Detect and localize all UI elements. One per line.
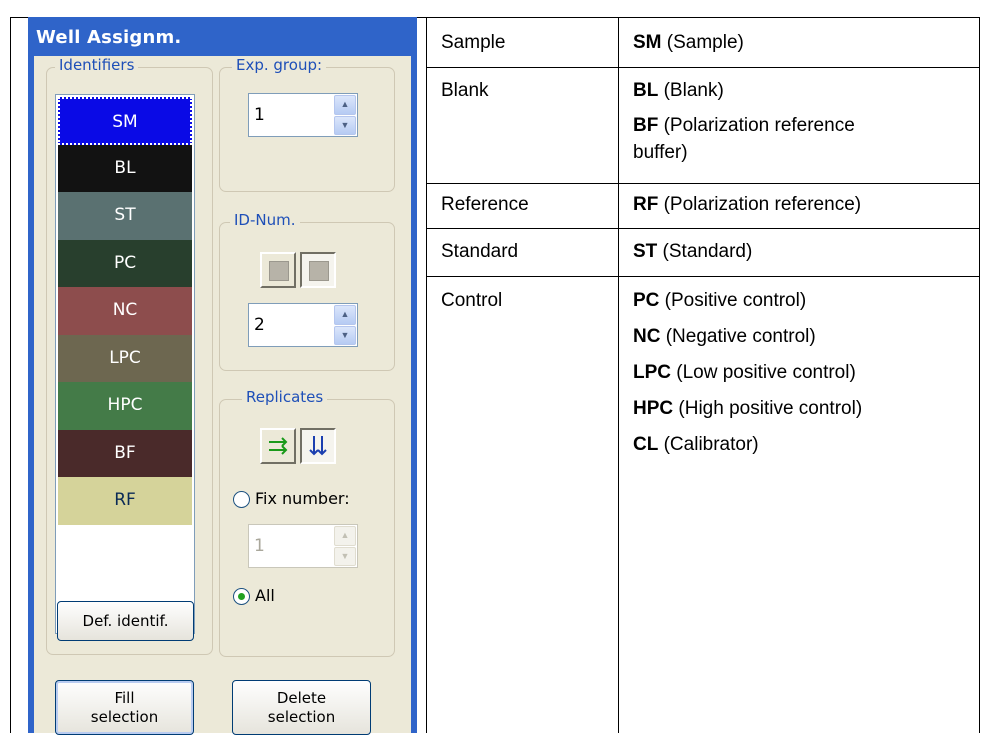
id-num-group: ID-Num.: [219, 211, 395, 371]
panel-title: Well Assignm.: [36, 27, 182, 48]
id-num-value: 2: [254, 315, 265, 335]
fill-selection-line1: Fill: [114, 689, 135, 707]
type-cell-sample: Sample: [441, 32, 506, 53]
square-icon: [309, 261, 329, 281]
spin-down-icon[interactable]: ▼: [334, 325, 356, 345]
identifier-desc-continued: buffer): [633, 142, 688, 163]
identifier-code: NC: [633, 326, 661, 347]
identifier-item-bl[interactable]: BL: [58, 144, 192, 192]
identifier-item-lpc[interactable]: LPC: [58, 334, 192, 382]
delete-selection-line1: Delete: [276, 689, 327, 707]
identifier-code: PC: [633, 290, 660, 311]
identifier-desc: BL (Blank): [633, 79, 724, 102]
identifier-text: (Low positive control): [671, 362, 856, 383]
type-cell-control: Control: [441, 290, 503, 311]
horizontal-arrows-icon: [269, 437, 288, 455]
type-cell-standard: Standard: [441, 241, 519, 262]
table-right-border: [979, 17, 980, 733]
fix-number-radio[interactable]: [233, 491, 250, 508]
identifier-item-nc[interactable]: NC: [58, 287, 192, 335]
table-row-divider: [426, 276, 980, 277]
table-divider: [426, 17, 427, 733]
identifier-code: HPC: [633, 398, 674, 419]
table-left-border: [10, 17, 11, 733]
id-num-mode-right-toggle[interactable]: [300, 252, 336, 288]
fix-number-label: Fix number:: [255, 489, 350, 508]
identifier-desc: CL (Calibrator): [633, 433, 759, 456]
identifier-text: (High positive control): [673, 398, 863, 419]
exp-group-spinner[interactable]: 1 ▲ ▼: [248, 93, 358, 137]
radio-selected-dot: [238, 593, 245, 600]
fill-selection-button[interactable]: Fill selection: [55, 680, 194, 735]
replicates-horizontal-toggle[interactable]: [260, 428, 296, 464]
identifier-text: (Sample): [661, 32, 744, 53]
identifier-code: BL: [633, 80, 659, 101]
identifier-desc: BF (Polarization reference: [633, 114, 855, 137]
delete-selection-button[interactable]: Delete selection: [232, 680, 371, 735]
identifier-item-st[interactable]: ST: [58, 192, 192, 240]
table-row-divider: [426, 67, 980, 68]
id-num-label: ID-Num.: [230, 211, 300, 229]
identifier-text: (Calibrator): [658, 434, 759, 455]
identifier-item-sm[interactable]: SM: [58, 97, 192, 145]
identifier-item-bf[interactable]: BF: [58, 429, 192, 477]
identifier-item-pc[interactable]: PC: [58, 239, 192, 287]
identifier-desc: PC (Positive control): [633, 289, 806, 312]
all-label: All: [255, 586, 275, 605]
panel-body: Identifiers SM BL ST PC NC LPC HPC BF RF Def. id…: [34, 56, 411, 735]
vertical-arrows-icon: [309, 436, 327, 456]
identifier-desc: NC (Negative control): [633, 325, 816, 348]
spin-up-icon: ▲: [334, 526, 356, 546]
identifier-text: (Standard): [657, 241, 753, 262]
identifiers-label: Identifiers: [55, 56, 139, 74]
square-icon: [269, 261, 289, 281]
spin-up-icon[interactable]: ▲: [334, 305, 356, 325]
fill-selection-line2: selection: [90, 708, 159, 726]
well-assignment-panel: Well Assignm. Identifiers SM BL ST PC NC LPC H…: [28, 17, 417, 735]
delete-selection-line2: selection: [267, 708, 336, 726]
spin-down-icon[interactable]: ▼: [334, 115, 356, 135]
identifier-text: (Negative control): [660, 326, 816, 347]
identifier-item-rf[interactable]: RF: [58, 477, 192, 525]
fix-number-spinner: 1 ▲ ▼: [248, 524, 358, 568]
spin-down-icon: ▼: [334, 546, 356, 566]
identifier-code: RF: [633, 194, 659, 215]
identifier-item-hpc[interactable]: HPC: [58, 382, 192, 430]
id-num-spinner[interactable]: 2 ▲ ▼: [248, 303, 358, 347]
all-radio[interactable]: [233, 588, 250, 605]
replicates-label: Replicates: [242, 388, 328, 406]
id-num-mode-left-toggle[interactable]: [260, 252, 296, 288]
def-identif-button[interactable]: Def. identif.: [57, 601, 194, 641]
identifier-code: ST: [633, 241, 658, 262]
replicates-vertical-toggle[interactable]: [300, 428, 336, 464]
identifier-code: BF: [633, 115, 659, 136]
identifier-code: LPC: [633, 362, 671, 383]
table-row-divider: [426, 183, 980, 184]
identifier-code: CL: [633, 434, 659, 455]
spin-up-icon[interactable]: ▲: [334, 95, 356, 115]
identifier-desc: ST (Standard): [633, 240, 752, 263]
identifier-text: (Polarization reference): [658, 194, 862, 215]
exp-group-label: Exp. group:: [232, 56, 327, 74]
table-divider: [618, 17, 619, 733]
identifier-desc: LPC (Low positive control): [633, 361, 856, 384]
identifiers-list[interactable]: SM BL ST PC NC LPC HPC BF RF: [55, 94, 195, 634]
table-row-divider: [426, 228, 980, 229]
identifier-text: (Blank): [658, 80, 724, 101]
identifier-text: (Positive control): [659, 290, 807, 311]
type-cell-reference: Reference: [441, 194, 529, 215]
identifier-desc: SM (Sample): [633, 31, 744, 54]
identifier-desc: HPC (High positive control): [633, 397, 862, 420]
identifier-desc: RF (Polarization reference): [633, 193, 861, 216]
fix-number-value: 1: [254, 536, 265, 556]
type-cell-blank: Blank: [441, 80, 489, 101]
identifier-code: SM: [633, 32, 662, 53]
identifier-text: (Polarization reference: [658, 115, 855, 136]
exp-group-value: 1: [254, 105, 265, 125]
